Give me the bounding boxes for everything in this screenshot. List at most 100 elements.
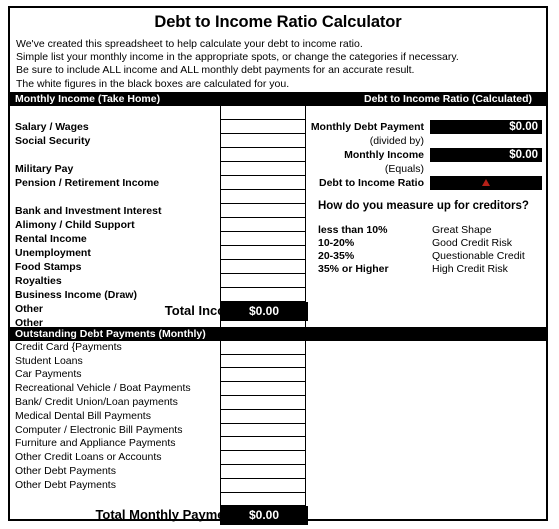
intro-paragraph: We've created this spreadsheet to help c… [10, 34, 546, 92]
income-row-royalties: Royalties [10, 273, 306, 288]
income-input-alimony-child-support[interactable] [220, 217, 306, 232]
income-label-business-income: Business Income (Draw) [15, 288, 137, 301]
income-input-unemployment[interactable] [220, 245, 306, 260]
income-row-bank-investment-interest: Bank and Investment Interest [10, 203, 306, 218]
creditors-title-row: How do you measure up for creditors? [310, 200, 546, 216]
income-spacer-row [10, 189, 306, 204]
calc-row-equals: (Equals) [310, 162, 546, 176]
debt-input-student-loans[interactable] [220, 354, 306, 369]
section-header-bar: Monthly Income (Take Home) Debt to Incom… [10, 91, 546, 106]
income-label-salary-wages: Salary / Wages [15, 120, 89, 133]
calc-value-monthly-income: $0.00 [430, 147, 542, 162]
debt-input-other-credit-loans[interactable] [220, 451, 306, 465]
debt-input-credit-card[interactable] [220, 340, 306, 355]
intro-line-3: Be sure to include ALL income and ALL mo… [16, 64, 415, 77]
calc-label-monthly-income: Monthly Income [344, 148, 424, 161]
debt-input-car-payments[interactable] [220, 368, 306, 383]
income-label-rental-income: Rental Income [15, 232, 87, 245]
calc-label-divided-by: (divided by) [369, 134, 424, 147]
debt-row-other-debt-2: Other Debt Payments [10, 478, 306, 493]
intro-line-2: Simple list your monthly income in the a… [16, 51, 459, 64]
section-header-debt: Outstanding Debt Payments (Monthly) [15, 327, 206, 340]
debt-row-furniture-appliance: Furniture and Appliance Payments [10, 437, 306, 452]
income-row-pension-retirement: Pension / Retirement Income [10, 175, 306, 190]
income-spacer-row [10, 105, 306, 120]
calc-row-debt-to-income-ratio: Debt to Income Ratio [310, 175, 546, 190]
income-label-military-pay: Military Pay [15, 162, 74, 175]
creditor-rating-3: High Credit Risk [432, 262, 508, 275]
income-input-social-security[interactable] [220, 133, 306, 148]
debt-input-recreational-vehicle[interactable] [220, 382, 306, 396]
debt-input-other-debt-2[interactable] [220, 478, 306, 493]
debt-label-other-debt-2: Other Debt Payments [15, 478, 116, 491]
calc-row-divided-by: (divided by) [310, 134, 546, 148]
income-row-alimony-child-support: Alimony / Child Support [10, 217, 306, 232]
debt-label-medical-dental: Medical Dental Bill Payments [15, 409, 151, 422]
creditor-row-0: less than 10% Great Shape [310, 224, 546, 237]
income-input-rental-income[interactable] [220, 231, 306, 246]
intro-line-1: We've created this spreadsheet to help c… [16, 38, 363, 50]
debt-input-other-debt-1[interactable] [220, 464, 306, 479]
income-label-alimony-child-support: Alimony / Child Support [15, 218, 135, 231]
calc-row-monthly-debt-payment: Monthly Debt Payment $0.00 [310, 119, 546, 134]
income-input-salary-wages[interactable] [220, 119, 306, 134]
warning-triangle-icon [482, 178, 490, 186]
debt-label-car-payments: Car Payments [15, 368, 82, 381]
creditor-rating-0: Great Shape [432, 223, 492, 236]
income-label-pension-retirement: Pension / Retirement Income [15, 176, 160, 189]
creditor-rating-1: Good Credit Risk [432, 236, 512, 249]
debt-label-bank-credit-union: Bank/ Credit Union/Loan payments [15, 396, 178, 408]
calc-value-debt-to-income-ratio [430, 175, 542, 190]
income-row-salary-wages: Salary / Wages [10, 119, 306, 134]
creditors-title: How do you measure up for creditors? [318, 199, 529, 212]
income-input-food-stamps[interactable] [220, 259, 306, 274]
section-header-income: Monthly Income (Take Home) [15, 92, 161, 105]
debt-rows: Credit Card {Payments Student Loans Car … [10, 340, 306, 507]
total-monthly-payments-row: Total Monthly Payments $0.00 [10, 506, 546, 526]
debt-input-furniture-appliance[interactable] [220, 437, 306, 452]
income-input-pension-retirement[interactable] [220, 175, 306, 190]
debt-row-computer-electronic: Computer / Electronic Bill Payments [10, 423, 306, 438]
calc-value-monthly-debt-payment: $0.00 [430, 119, 542, 134]
income-label-food-stamps: Food Stamps [15, 260, 82, 273]
calc-label-equals: (Equals) [384, 162, 424, 175]
debt-row-credit-card: Credit Card {Payments [10, 340, 306, 355]
debt-label-furniture-appliance: Furniture and Appliance Payments [15, 437, 176, 450]
income-input-spacer-2[interactable] [220, 189, 306, 204]
debt-row-recreational-vehicle: Recreational Vehicle / Boat Payments [10, 382, 306, 396]
debt-spacer-row [10, 492, 306, 507]
intro-line-4: The white figures in the black boxes are… [16, 77, 290, 90]
income-input-spacer-0[interactable] [220, 105, 306, 120]
creditor-rating-2: Questionable Credit [432, 249, 525, 262]
creditor-range-0: less than 10% [318, 223, 388, 236]
income-row-business-income: Business Income (Draw) [10, 287, 306, 302]
section-header-ratio: Debt to Income Ratio (Calculated) [363, 92, 532, 105]
spreadsheet-frame: Debt to Income Ratio Calculator We've cr… [8, 6, 548, 526]
section-header-debt-bar: Outstanding Debt Payments (Monthly) [10, 326, 546, 341]
debt-label-student-loans: Student Loans [15, 354, 83, 367]
debt-row-other-credit-loans: Other Credit Loans or Accounts [10, 451, 306, 465]
total-monthly-payments-value: $0.00 [220, 506, 308, 526]
calc-spacer-row [310, 106, 546, 120]
debt-row-bank-credit-union: Bank/ Credit Union/Loan payments [10, 396, 306, 410]
debt-input-spacer[interactable] [220, 492, 306, 507]
debt-input-bank-credit-union[interactable] [220, 396, 306, 410]
income-input-military-pay[interactable] [220, 161, 306, 176]
income-label-social-security: Social Security [15, 134, 91, 147]
calc-row-monthly-income: Monthly Income $0.00 [310, 147, 546, 162]
income-input-bank-investment-interest[interactable] [220, 203, 306, 218]
income-row-unemployment: Unemployment [10, 245, 306, 260]
debt-label-other-debt-1: Other Debt Payments [15, 464, 116, 477]
debt-input-computer-electronic[interactable] [220, 423, 306, 438]
income-label-bank-investment-interest: Bank and Investment Interest [15, 204, 162, 217]
income-input-business-income[interactable] [220, 287, 306, 302]
debt-input-medical-dental[interactable] [220, 409, 306, 424]
income-row-military-pay: Military Pay [10, 161, 306, 176]
income-input-royalties[interactable] [220, 273, 306, 288]
debt-label-recreational-vehicle: Recreational Vehicle / Boat Payments [15, 382, 191, 395]
income-input-spacer-1[interactable] [220, 147, 306, 162]
creditor-range-3: 35% or Higher [318, 262, 389, 275]
income-label-royalties: Royalties [15, 274, 62, 287]
total-income-value: $0.00 [220, 301, 308, 321]
total-income-row: Total Income $0.00 [10, 301, 546, 321]
